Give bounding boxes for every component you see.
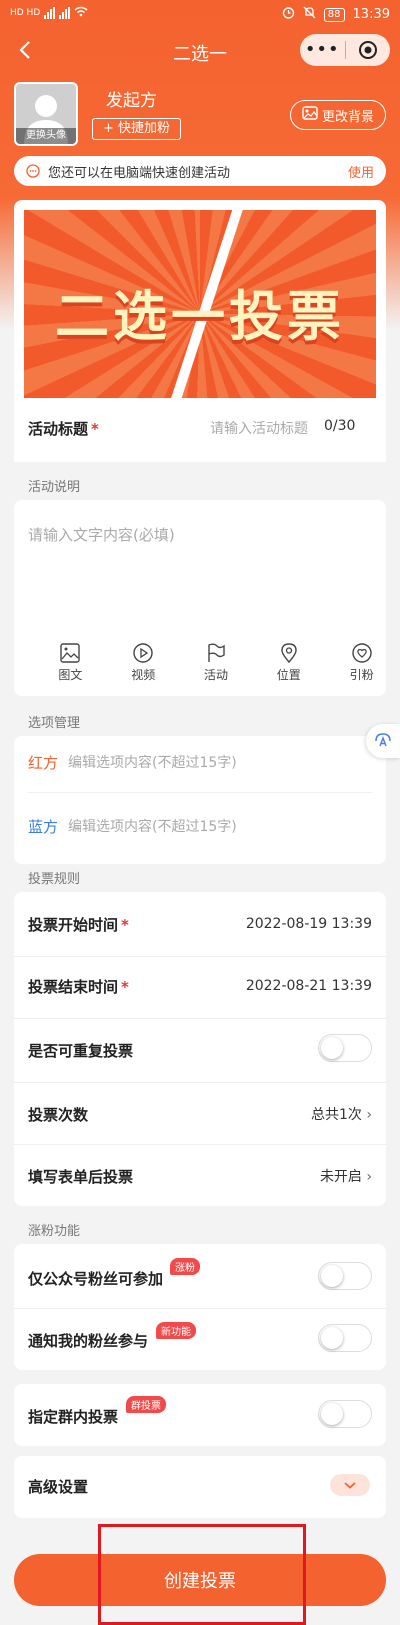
required-mark: *: [121, 916, 129, 934]
advanced-expand-button[interactable]: [330, 1474, 370, 1496]
change-background-button[interactable]: 更改背景: [290, 100, 386, 130]
close-target-icon[interactable]: [345, 40, 390, 60]
tool-label: 活动: [203, 668, 228, 682]
chat-icon: [26, 164, 40, 178]
assistant-icon: [375, 733, 391, 747]
tool-video[interactable]: 视频: [119, 640, 168, 683]
status-left: HD HD: [10, 6, 88, 20]
heart-icon: [337, 640, 386, 666]
tool-fans[interactable]: 引粉: [337, 640, 386, 683]
change-avatar-label[interactable]: 更换头像: [16, 128, 76, 144]
divider: [14, 1308, 386, 1309]
change-background-label: 更改背景: [321, 109, 374, 125]
tool-label: 引粉: [349, 668, 374, 682]
option-blue-input[interactable]: 编辑选项内容(不超过15字): [68, 816, 237, 836]
form-vote-text: 未开启: [319, 1169, 362, 1185]
title-counter: 0/30: [324, 418, 356, 434]
start-time-label-text: 投票开始时间: [28, 916, 119, 934]
chevron-right-icon: ›: [366, 1169, 372, 1185]
description-input[interactable]: 请输入文字内容(必填): [28, 524, 175, 545]
wifi-icon: [74, 6, 88, 20]
status-bar: HD HD 88 13:39: [0, 0, 400, 30]
divider: [14, 1082, 386, 1083]
advanced-label: 高级设置: [28, 1478, 89, 1496]
group-vote-label: 指定群内投票: [28, 1408, 119, 1426]
use-link[interactable]: 使用: [348, 162, 374, 181]
chevron-right-icon: ›: [366, 1107, 372, 1123]
vote-count-value[interactable]: 总共1次 ›: [311, 1104, 372, 1124]
status-right: 88 13:39: [282, 6, 390, 23]
tool-location[interactable]: 位置: [264, 640, 313, 683]
nav-bar: 二选一 •••: [0, 30, 400, 74]
highlight-box: [98, 1524, 306, 1625]
section-description: 活动说明: [28, 480, 81, 495]
only-fans-toggle[interactable]: [318, 1262, 372, 1290]
floating-assistant-button[interactable]: [366, 724, 400, 758]
section-fans: 涨粉功能: [28, 1224, 81, 1239]
start-time-label: 投票开始时间 *: [28, 914, 129, 935]
tool-image-text[interactable]: 图文: [46, 640, 95, 683]
network-label: HD HD: [10, 8, 41, 18]
alarm-icon: [282, 6, 295, 23]
image-text-icon: [46, 640, 95, 666]
only-fans-label: 仅公众号粉丝可参加: [28, 1270, 164, 1288]
mute-icon: [303, 6, 316, 23]
tool-label: 图文: [58, 668, 83, 682]
banner-text: 二选一投票: [55, 285, 345, 348]
signal-icon: [44, 7, 56, 19]
signal-icon-2: [59, 7, 71, 19]
repeat-vote-label: 是否可重复投票: [28, 1042, 134, 1060]
divider: [14, 1144, 386, 1145]
video-icon: [119, 640, 168, 666]
option-blue-label: 蓝方: [28, 818, 59, 836]
description-toolbar: 图文 视频 活动 位置 引粉: [14, 640, 386, 683]
start-time-value[interactable]: 2022-08-19 13:39: [246, 916, 372, 932]
mini-program-capsule: •••: [300, 34, 390, 66]
required-mark: *: [121, 978, 129, 996]
tool-activity[interactable]: 活动: [192, 640, 241, 683]
tool-label: 位置: [276, 668, 301, 682]
activity-banner[interactable]: 二选一投票: [24, 210, 376, 398]
image-icon: [302, 106, 318, 124]
flag-icon: [192, 640, 241, 666]
option-red-input[interactable]: 编辑选项内容(不超过15字): [68, 752, 237, 772]
required-mark: *: [91, 420, 99, 438]
tool-label: 视频: [131, 668, 156, 682]
title-label: 活动标题 *: [28, 418, 99, 439]
new-feature-badge: 新功能: [156, 1322, 196, 1339]
title-label-text: 活动标题: [28, 420, 89, 438]
notify-fans-label: 通知我的粉丝参与: [28, 1332, 149, 1350]
avatar[interactable]: 更换头像: [14, 82, 78, 146]
tip-text: 您还可以在电脑端快速创建活动: [48, 165, 231, 181]
initiator-name[interactable]: 发起方: [106, 86, 157, 111]
option-red-label: 红方: [28, 754, 59, 772]
notify-fans-toggle[interactable]: [318, 1324, 372, 1352]
form-vote-label: 填写表单后投票: [28, 1168, 134, 1186]
more-button[interactable]: •••: [300, 41, 345, 59]
divider: [14, 956, 386, 957]
location-icon: [264, 640, 313, 666]
desktop-tip-bar: 您还可以在电脑端快速创建活动 使用: [14, 156, 386, 186]
end-time-label: 投票结束时间 *: [28, 976, 129, 997]
repeat-vote-toggle[interactable]: [318, 1034, 372, 1062]
section-options: 选项管理: [28, 716, 81, 731]
group-vote-toggle[interactable]: [318, 1400, 372, 1428]
clock: 13:39: [352, 7, 390, 22]
end-time-label-text: 投票结束时间: [28, 978, 119, 996]
end-time-value[interactable]: 2022-08-21 13:39: [246, 978, 372, 994]
fans-badge: 涨粉: [170, 1258, 200, 1275]
form-vote-value[interactable]: 未开启 ›: [320, 1166, 372, 1186]
vote-count-text: 总共1次: [311, 1107, 362, 1123]
vote-count-label: 投票次数: [28, 1106, 89, 1124]
title-input[interactable]: 请输入活动标题: [210, 418, 308, 438]
divider: [14, 1018, 386, 1019]
quick-fans-button[interactable]: + 快捷加粉: [92, 118, 182, 140]
battery-indicator: 88: [323, 7, 345, 22]
group-vote-badge: 群投票: [126, 1396, 166, 1413]
divider: [28, 792, 372, 793]
section-rules: 投票规则: [28, 872, 81, 887]
chevron-down-icon: [344, 1482, 356, 1489]
